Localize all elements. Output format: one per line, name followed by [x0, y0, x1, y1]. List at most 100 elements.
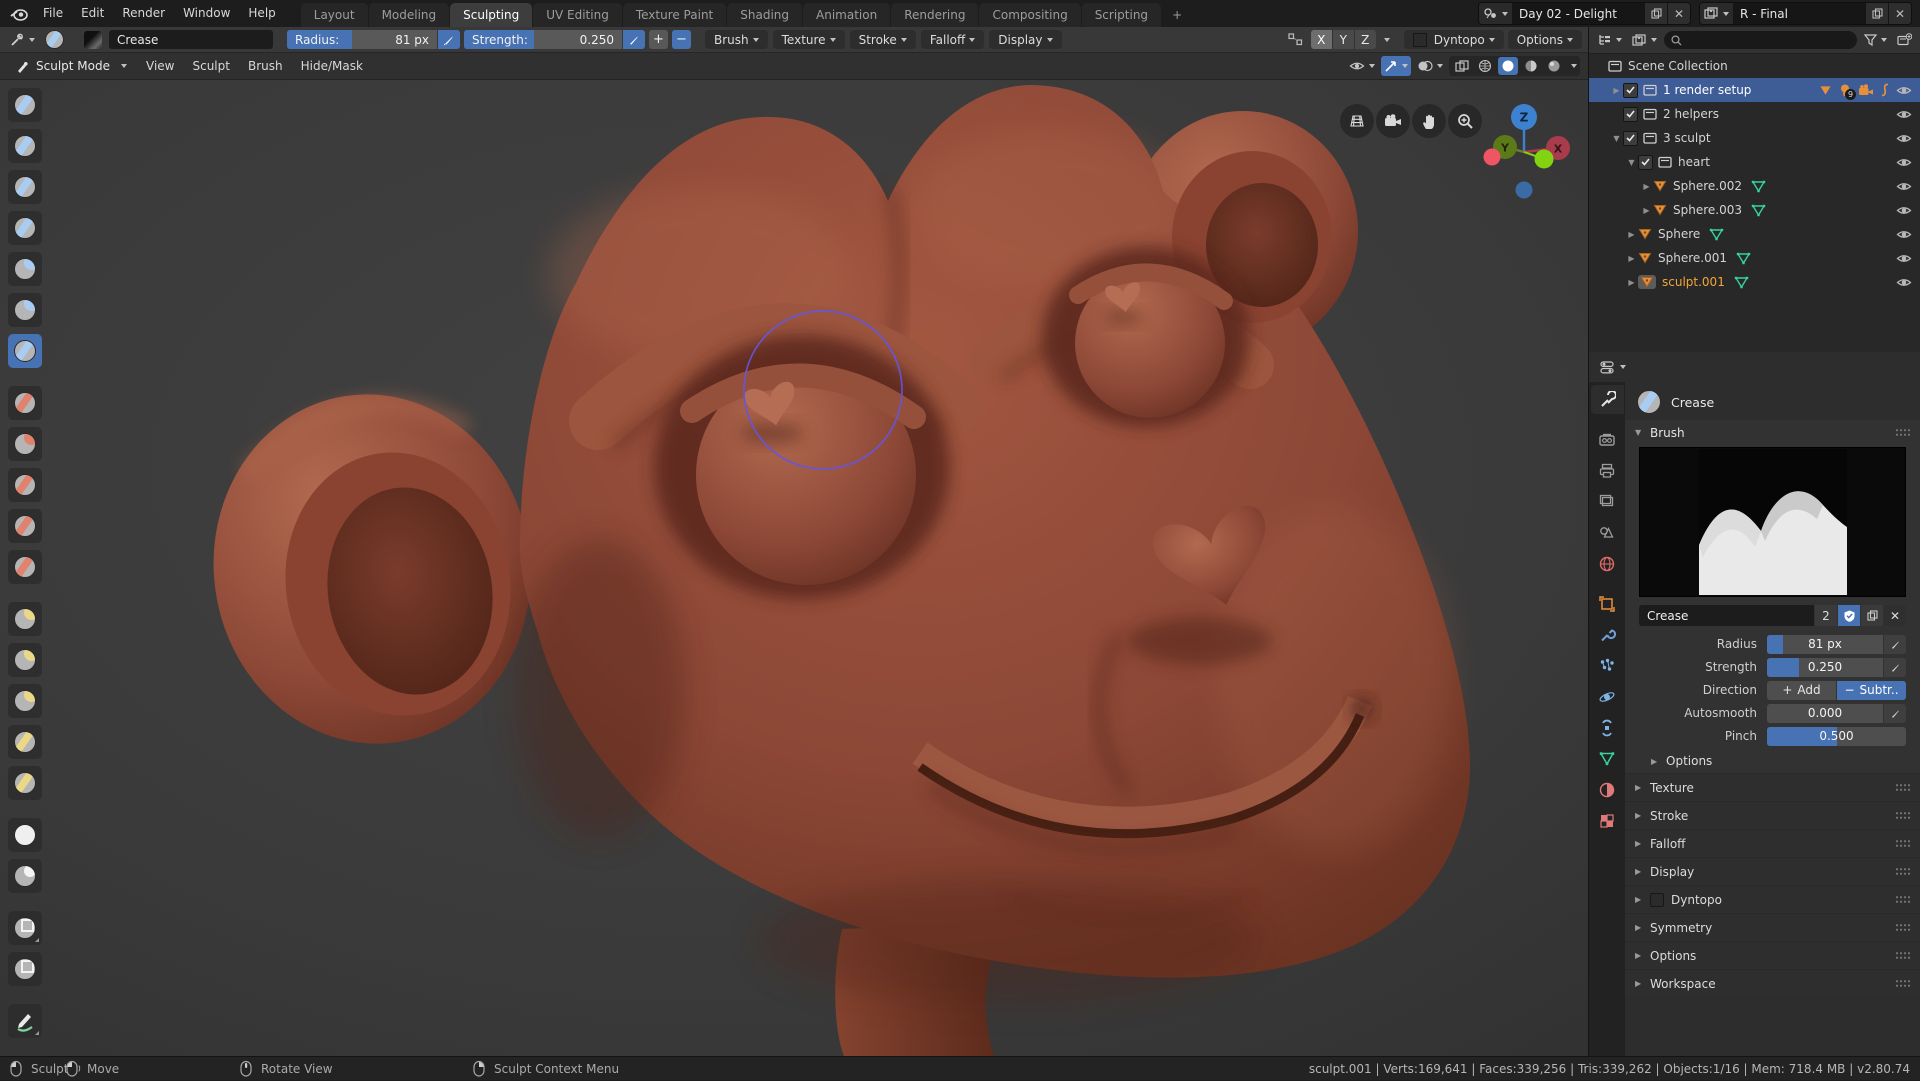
- panel-texture[interactable]: ▶ Texture: [1625, 773, 1920, 801]
- properties-tab-render[interactable]: [1591, 425, 1624, 454]
- eye-icon[interactable]: [1896, 204, 1912, 217]
- radius-slider[interactable]: Radius: 81 px: [287, 30, 437, 49]
- eye-icon[interactable]: [1896, 156, 1912, 169]
- properties-tab-modifiers[interactable]: [1591, 620, 1624, 649]
- eye-icon[interactable]: [1896, 132, 1912, 145]
- tool-clay-strips[interactable]: [8, 170, 42, 204]
- properties-tab-constraints[interactable]: [1591, 713, 1624, 742]
- workspace-tab-scripting[interactable]: Scripting: [1081, 3, 1162, 27]
- eye-icon[interactable]: [1896, 180, 1912, 193]
- fake-user-shield-button[interactable]: [1838, 605, 1860, 626]
- popover-stroke[interactable]: Stroke: [849, 30, 916, 49]
- props-strength-pressure-button[interactable]: [1884, 657, 1906, 677]
- menu-window[interactable]: Window: [174, 0, 239, 27]
- direction-subtract-toggle[interactable]: −: [672, 30, 691, 49]
- outliner-search-input[interactable]: [1664, 31, 1857, 49]
- outliner-editor-type-button[interactable]: [1594, 33, 1625, 47]
- workspace-tab-layout[interactable]: Layout: [300, 3, 368, 27]
- tool-flatten[interactable]: [8, 427, 42, 461]
- tool-simplify[interactable]: [8, 818, 42, 852]
- brush-options-subpanel[interactable]: ▶ Options: [1625, 749, 1920, 773]
- tool-smooth[interactable]: [8, 386, 42, 420]
- direction-add-button[interactable]: + Add: [1767, 680, 1836, 700]
- dyntopo-popover[interactable]: Dyntopo: [1403, 30, 1504, 49]
- outliner-row-2-helpers[interactable]: 2 helpers: [1589, 102, 1920, 126]
- panel-grip[interactable]: [1895, 839, 1910, 848]
- unlink-datablock-button[interactable]: ✕: [1884, 605, 1906, 626]
- brush-name-field[interactable]: Crease: [109, 30, 273, 49]
- collection-checkbox[interactable]: [1638, 154, 1653, 170]
- options-popover[interactable]: Options: [1507, 30, 1582, 49]
- dyntopo-panel-checkbox[interactable]: [1650, 892, 1664, 907]
- panel-dyntopo[interactable]: ▶ Dyntopo: [1625, 885, 1920, 913]
- shading-wireframe-button[interactable]: [1475, 57, 1495, 75]
- panel-grip[interactable]: [1895, 923, 1910, 932]
- brush-users-count[interactable]: 2: [1815, 605, 1837, 626]
- outliner-row-sculpt-001[interactable]: ▶ sculpt.001: [1589, 270, 1920, 294]
- blender-logo[interactable]: [8, 5, 30, 23]
- outliner-row-1-render-setup[interactable]: ▶ 1 render setup 9: [1589, 78, 1920, 102]
- panel-grip[interactable]: [1895, 979, 1910, 988]
- eye-icon[interactable]: [1896, 108, 1912, 121]
- scene-delete-button[interactable]: ✕: [1667, 3, 1690, 24]
- viewport-menu-hide-mask[interactable]: Hide/Mask: [292, 59, 372, 73]
- properties-tab-view-layer[interactable]: [1591, 487, 1624, 516]
- tool-inflate[interactable]: [8, 252, 42, 286]
- collection-checkbox[interactable]: [1623, 82, 1638, 98]
- menu-edit[interactable]: Edit: [72, 0, 113, 27]
- direction-subtract-button[interactable]: − Subtr..: [1837, 680, 1906, 700]
- tool-layer[interactable]: [8, 211, 42, 245]
- strength-slider[interactable]: Strength: 0.250: [464, 30, 622, 49]
- shading-rendered-button[interactable]: [1544, 57, 1564, 75]
- menu-render[interactable]: Render: [113, 0, 174, 27]
- tool-scrape[interactable]: [8, 509, 42, 543]
- tool-box-mask[interactable]: [8, 911, 42, 945]
- panel-workspace[interactable]: ▶ Workspace: [1625, 969, 1920, 997]
- workspace-tab-rendering[interactable]: Rendering: [891, 3, 979, 27]
- tool-pinch[interactable]: [8, 550, 42, 584]
- pan-view-button[interactable]: [1412, 104, 1446, 138]
- tool-rotate[interactable]: [8, 766, 42, 800]
- collection-checkbox[interactable]: [1623, 106, 1638, 122]
- popover-display[interactable]: Display: [989, 30, 1062, 49]
- scene-copy-button[interactable]: [1644, 3, 1667, 24]
- props-autosmooth-pressure-button[interactable]: [1884, 703, 1906, 723]
- properties-tab-world[interactable]: [1591, 549, 1624, 578]
- brush-preview-image[interactable]: [1639, 447, 1906, 597]
- expander-icon[interactable]: ▼: [1625, 158, 1638, 167]
- eye-icon[interactable]: [1896, 84, 1912, 97]
- view-layer-copy-button[interactable]: [1865, 3, 1888, 24]
- tool-blob[interactable]: [8, 293, 42, 327]
- strength-pressure-button[interactable]: [623, 30, 645, 49]
- tool-grab[interactable]: [8, 602, 42, 636]
- workspace-tab-texture-paint[interactable]: Texture Paint: [622, 3, 727, 27]
- panel-falloff[interactable]: ▶ Falloff: [1625, 829, 1920, 857]
- outliner-display-mode-button[interactable]: [1629, 33, 1660, 47]
- outliner-row-3-sculpt[interactable]: ▼ 3 sculpt: [1589, 126, 1920, 150]
- panel-options[interactable]: ▶ Options: [1625, 941, 1920, 969]
- tool-crease[interactable]: [8, 334, 42, 368]
- popover-falloff[interactable]: Falloff: [920, 30, 985, 49]
- toggle-perspective-button[interactable]: [1340, 104, 1374, 138]
- eye-icon[interactable]: [1896, 228, 1912, 241]
- camera-view-button[interactable]: [1376, 104, 1410, 138]
- view-layer-delete-button[interactable]: ✕: [1888, 3, 1911, 24]
- outliner-row-sphere-003[interactable]: ▶ Sphere.003: [1589, 198, 1920, 222]
- tool-annotate[interactable]: [8, 1004, 42, 1038]
- tool-mask[interactable]: [8, 859, 42, 893]
- view-layer-field[interactable]: R - Final: [1733, 3, 1865, 24]
- outliner-row-sphere[interactable]: ▶ Sphere: [1589, 222, 1920, 246]
- shading-material-button[interactable]: [1521, 57, 1541, 75]
- eye-icon[interactable]: [1896, 252, 1912, 265]
- properties-tab-object[interactable]: [1591, 589, 1624, 618]
- properties-tab-texture[interactable]: [1591, 806, 1624, 835]
- properties-tab-tool[interactable]: [1590, 385, 1624, 414]
- expander-icon[interactable]: ▶: [1625, 254, 1638, 263]
- shading-solid-button[interactable]: [1498, 57, 1518, 75]
- tool-clay[interactable]: [8, 129, 42, 163]
- brush-datablock-name[interactable]: Crease: [1639, 605, 1814, 626]
- panel-grip[interactable]: [1895, 428, 1910, 437]
- panel-grip[interactable]: [1895, 951, 1910, 960]
- collection-checkbox[interactable]: [1623, 130, 1638, 146]
- expander-icon[interactable]: ▶: [1610, 86, 1623, 95]
